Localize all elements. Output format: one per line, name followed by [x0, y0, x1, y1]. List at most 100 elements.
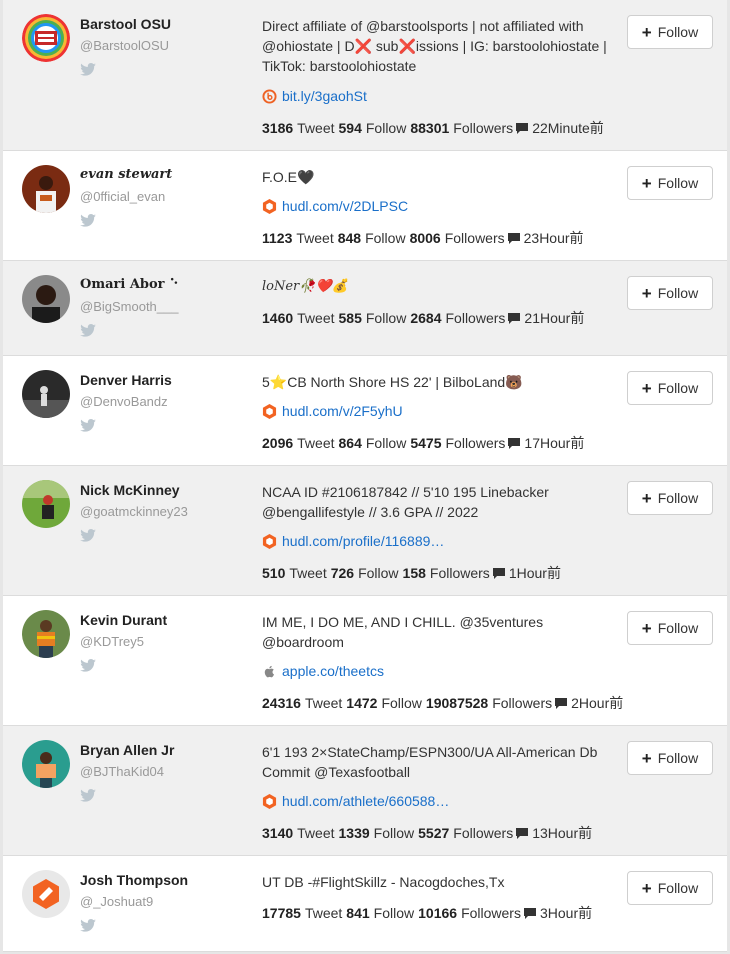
avatar[interactable]	[22, 480, 70, 528]
followers-label: Followers	[445, 310, 506, 326]
follow-button-label: Follow	[657, 490, 699, 506]
twitter-bird-icon[interactable]	[80, 659, 96, 672]
user-link[interactable]: hudl.com/v/2F5yhU	[262, 403, 403, 419]
user-stats: 24316 Tweet 1472 Follow 19087528 Followe…	[262, 693, 623, 713]
avatar[interactable]	[22, 610, 70, 658]
user-name[interactable]: Bryan Allen Jr	[80, 742, 174, 758]
twitter-bird-icon[interactable]	[80, 324, 96, 337]
user-stats: 3140 Tweet 1339 Follow 5527 Followers 13…	[262, 823, 592, 843]
followers-count: 88301	[410, 120, 450, 136]
tweet-count: 2096	[262, 435, 294, 451]
twitter-bird-icon[interactable]	[80, 63, 96, 76]
tweet-label: Tweet	[297, 825, 335, 841]
user-link[interactable]: hudl.com/v/2DLPSC	[262, 198, 408, 214]
follow-label: Follow	[358, 565, 399, 581]
user-list: Barstool OSU @BarstoolOSU Direct affilia…	[3, 0, 727, 952]
user-stats: 1460 Tweet 585 Follow 2684 Followers 21H…	[262, 308, 584, 328]
user-handle[interactable]: @BJThaKid04	[80, 764, 164, 779]
comment-bubble-icon	[516, 827, 529, 839]
follow-button[interactable]: + Follow	[627, 276, 713, 310]
user-stats: 2096 Tweet 864 Follow 5475 Followers 17H…	[262, 433, 584, 453]
follow-button-label: Follow	[657, 380, 699, 396]
twitter-bird-icon[interactable]	[80, 419, 96, 432]
user-handle[interactable]: @goatmckinney23	[80, 504, 188, 519]
twitter-bird-icon[interactable]	[80, 789, 96, 802]
user-stats: 3186 Tweet 594 Follow 88301 Followers 22…	[262, 118, 604, 138]
follow-button-label: Follow	[657, 285, 699, 301]
user-link-text[interactable]: hudl.com/v/2DLPSC	[282, 198, 408, 214]
user-card: Omari Abor ⠑ @BigSmooth___ loNer🥀❤️💰 146…	[3, 261, 727, 356]
followers-count: 5475	[410, 435, 442, 451]
user-handle[interactable]: @KDTrey5	[80, 634, 144, 649]
user-handle[interactable]: @0fficial_evan	[80, 189, 165, 204]
plus-icon: +	[641, 878, 652, 898]
user-name[interactable]: Denver Harris	[80, 372, 172, 388]
user-handle[interactable]: @BarstoolOSU	[80, 38, 169, 53]
user-name[interactable]: evan stewart	[80, 167, 172, 182]
plus-icon: +	[641, 283, 652, 303]
followers-label: Followers	[429, 565, 490, 581]
last-active-time: 13Hour前	[532, 825, 593, 841]
follow-count: 726	[330, 565, 355, 581]
follow-button[interactable]: + Follow	[627, 15, 713, 49]
user-name[interactable]: Barstool OSU	[80, 16, 171, 32]
tweet-count: 3140	[262, 825, 294, 841]
user-link[interactable]: hudl.com/athlete/660588…	[262, 793, 449, 809]
user-stats: 510 Tweet 726 Follow 158 Followers 1Hour…	[262, 563, 561, 583]
user-name[interactable]: Nick McKinney	[80, 482, 180, 498]
avatar[interactable]	[22, 165, 70, 213]
avatar[interactable]	[22, 370, 70, 418]
follow-button[interactable]: + Follow	[627, 611, 713, 645]
user-link[interactable]: apple.co/theetcs	[262, 663, 384, 679]
user-description: NCAA ID #2106187842 // 5'10 195 Lineback…	[262, 484, 549, 520]
user-name[interactable]: Josh Thompson	[80, 872, 188, 888]
user-description: loNer🥀❤️💰	[262, 279, 348, 294]
user-link-text[interactable]: apple.co/theetcs	[282, 663, 384, 679]
follow-count: 848	[337, 230, 362, 246]
follow-button[interactable]: + Follow	[627, 371, 713, 405]
avatar[interactable]	[22, 14, 70, 62]
user-description: Direct affiliate of @barstoolsports | no…	[262, 18, 607, 74]
followers-count: 158	[402, 565, 426, 581]
last-active-time: 2Hour前	[571, 695, 624, 711]
twitter-bird-icon[interactable]	[80, 214, 96, 227]
user-handle[interactable]: @BigSmooth___	[80, 299, 178, 314]
follow-label: Follow	[365, 310, 407, 326]
follow-button[interactable]: + Follow	[627, 481, 713, 515]
follow-label: Follow	[365, 230, 406, 246]
user-link[interactable]: bit.ly/3gaohSt	[262, 88, 367, 104]
avatar[interactable]	[22, 870, 70, 918]
twitter-bird-icon[interactable]	[80, 919, 96, 932]
followers-count: 10166	[418, 905, 458, 921]
user-link-text[interactable]: hudl.com/v/2F5yhU	[282, 403, 403, 419]
user-link-text[interactable]: hudl.com/athlete/660588…	[282, 793, 449, 809]
hudl-icon	[262, 533, 277, 549]
user-handle[interactable]: @DenvoBandz	[80, 394, 168, 409]
follow-button[interactable]: + Follow	[627, 741, 713, 775]
user-card: Josh Thompson @_Joshuat9 UT DB -#FlightS…	[3, 856, 727, 952]
user-name[interactable]: Kevin Durant	[80, 612, 167, 628]
followers-label: Followers	[461, 905, 521, 921]
follow-button-label: Follow	[657, 750, 699, 766]
user-name[interactable]: Omari Abor ⠑	[80, 277, 179, 292]
user-link[interactable]: hudl.com/profile/116889…	[262, 533, 444, 549]
follow-count: 585	[338, 310, 362, 326]
followers-label: Followers	[453, 120, 514, 136]
follow-count: 1339	[338, 825, 370, 841]
avatar[interactable]	[22, 275, 70, 323]
follow-button[interactable]: + Follow	[627, 166, 713, 200]
tweet-label: Tweet	[296, 230, 334, 246]
user-link-text[interactable]: hudl.com/profile/116889…	[282, 533, 444, 549]
follow-label: Follow	[365, 120, 407, 136]
twitter-bird-icon[interactable]	[80, 529, 96, 542]
plus-icon: +	[641, 173, 652, 193]
followers-label: Followers	[445, 435, 506, 451]
tweet-label: Tweet	[304, 905, 343, 921]
follow-button[interactable]: + Follow	[627, 871, 713, 905]
avatar[interactable]	[22, 740, 70, 788]
hudl-icon	[262, 403, 277, 419]
plus-icon: +	[641, 488, 652, 508]
user-handle[interactable]: @_Joshuat9	[80, 894, 153, 909]
user-link-text[interactable]: bit.ly/3gaohSt	[282, 88, 367, 104]
comment-bubble-icon	[508, 437, 521, 449]
